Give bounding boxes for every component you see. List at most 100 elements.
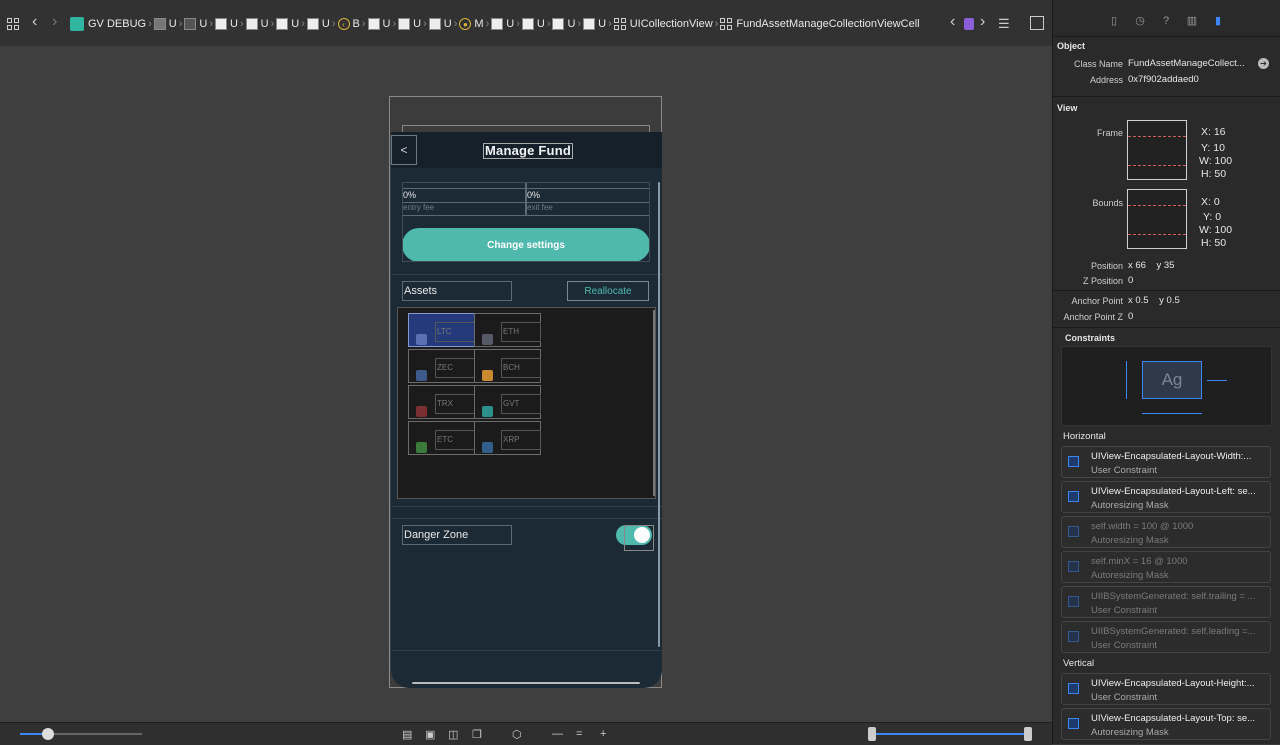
constraints-preview: Ag <box>1061 346 1272 426</box>
inspector-tabs: ▯ ◷ ? ▥ ▮ <box>1053 6 1280 37</box>
constraint-item[interactable]: UIView-Encapsulated-Layout-Top: se... Aut… <box>1061 708 1271 740</box>
frame-w: W: 100 <box>1199 155 1233 167</box>
breadcrumb-item[interactable]: U <box>291 18 299 30</box>
asset-cell[interactable]: GVT <box>474 385 541 419</box>
constraints-header: Constraints <box>1065 333 1116 343</box>
constraint-item[interactable]: UIView-Encapsulated-Layout-Width:... User… <box>1061 446 1271 478</box>
breadcrumb-app[interactable]: GV DEBUG <box>88 18 146 30</box>
editor-options-icon[interactable]: ☰ <box>998 16 1010 32</box>
help-inspector-icon[interactable]: ? <box>1159 14 1173 28</box>
breadcrumb-item[interactable]: U <box>199 18 207 30</box>
xrp-coin-icon <box>482 442 493 453</box>
breadcrumb-item[interactable]: M <box>474 18 483 30</box>
horizontal-header: Horizontal <box>1063 431 1106 442</box>
breadcrumb-collection-view[interactable]: UICollectionView <box>630 18 713 30</box>
asset-cell[interactable]: ETC <box>408 421 475 455</box>
page-scrollbar[interactable] <box>658 182 660 647</box>
layers-icon[interactable]: ❐ <box>472 728 482 741</box>
assets-label: Assets <box>402 281 512 301</box>
frame-label: Frame <box>1096 128 1123 138</box>
navigate-arrow-icon[interactable]: ➔ <box>1258 58 1269 69</box>
reallocate-button[interactable]: Reallocate <box>567 281 649 301</box>
constraint-item[interactable]: UIView-Encapsulated-Layout-Left: se... Au… <box>1061 481 1271 513</box>
constraint-item[interactable]: UIIBSystemGenerated: self.leading =... Us… <box>1061 621 1271 653</box>
inspector-toggle-icon[interactable] <box>1030 16 1044 30</box>
breadcrumb-cell[interactable]: FundAssetManageCollectionViewCell <box>736 18 919 30</box>
constraint-source: Autoresizing Mask <box>1091 535 1169 546</box>
page-title: Manage Fund <box>483 143 573 159</box>
range-slider-max-handle[interactable] <box>1024 727 1032 741</box>
breadcrumb-item[interactable]: U <box>322 18 330 30</box>
constraint-title: UIIBSystemGenerated: self.trailing = ... <box>1091 591 1256 602</box>
zoom-out-icon[interactable]: — <box>552 728 563 740</box>
zoom-in-icon[interactable]: + <box>600 728 606 740</box>
asset-cell[interactable]: XRP <box>474 421 541 455</box>
asset-cell[interactable]: LTC <box>408 313 475 347</box>
toggle-outline <box>624 525 654 551</box>
show-constraints-icon[interactable]: ▣ <box>425 728 435 741</box>
anchor-point-label: Anchor Point <box>1071 296 1123 306</box>
breadcrumb-item[interactable]: U <box>537 18 545 30</box>
assets-collection-view[interactable]: LTC ETH ZEC BCH TRX GVT ETC XRP <box>397 307 656 499</box>
breadcrumb-item[interactable]: B <box>353 18 360 30</box>
view-icon <box>215 18 227 30</box>
identity-inspector-icon[interactable]: ▥ <box>1185 14 1199 28</box>
size-inspector-icon[interactable]: ▮ <box>1211 14 1225 28</box>
range-slider-track[interactable] <box>872 733 1030 735</box>
constraint-source: Autoresizing Mask <box>1091 727 1169 738</box>
back-arrow-icon[interactable]: ‹ <box>32 13 37 31</box>
constraint-title: UIIBSystemGenerated: self.leading =... <box>1091 626 1256 637</box>
view-icon <box>428 18 441 30</box>
constraint-source: User Constraint <box>1091 605 1157 616</box>
button-icon: ‹ <box>337 18 350 30</box>
breadcrumb-item[interactable]: U <box>506 18 514 30</box>
breadcrumb-item[interactable]: U <box>567 18 575 30</box>
forward-arrow-icon[interactable]: › <box>52 13 57 31</box>
breadcrumb-item[interactable]: U <box>383 18 391 30</box>
asset-cell[interactable]: BCH <box>474 349 541 383</box>
bounds-w: W: 100 <box>1199 224 1233 236</box>
back-button[interactable]: < <box>391 135 417 165</box>
breadcrumb-item[interactable]: U <box>413 18 421 30</box>
view-icon <box>245 18 258 30</box>
constraint-icon <box>1068 683 1079 694</box>
range-slider-min-handle[interactable] <box>868 727 876 741</box>
constraint-source: Autoresizing Mask <box>1091 500 1169 511</box>
issue-forward-icon[interactable]: › <box>980 13 985 31</box>
asset-cell[interactable]: TRX <box>408 385 475 419</box>
constraint-item[interactable]: UIIBSystemGenerated: self.trailing = ...… <box>1061 586 1271 618</box>
asset-cell[interactable]: ZEC <box>408 349 475 383</box>
breadcrumb-item[interactable]: U <box>169 18 177 30</box>
constraint-item[interactable]: self.minX = 16 @ 1000 Autoresizing Mask <box>1061 551 1271 583</box>
breadcrumb-item[interactable]: U <box>598 18 606 30</box>
clip-content-icon[interactable]: ▤ <box>402 728 412 741</box>
related-items-icon[interactable] <box>7 16 23 32</box>
issue-badge-icon[interactable] <box>964 18 974 30</box>
asset-name: TRX <box>435 394 475 414</box>
home-indicator <box>412 682 640 684</box>
asset-name: ETC <box>435 430 475 450</box>
spacing-slider-knob[interactable] <box>42 728 54 740</box>
frame-x: X: 16 <box>1201 126 1226 138</box>
breadcrumb-item[interactable]: U <box>444 18 452 30</box>
trx-coin-icon <box>416 406 427 417</box>
constraint-item[interactable]: UIView-Encapsulated-Layout-Height:... Use… <box>1061 673 1271 705</box>
assets-scrollbar[interactable] <box>653 310 655 496</box>
back-icon: < <box>400 143 408 157</box>
asset-name: ZEC <box>435 358 475 378</box>
asset-cell[interactable]: ETH <box>474 313 541 347</box>
wireframe-icon[interactable]: ◫ <box>448 728 458 741</box>
zoom-reset-icon[interactable]: = <box>576 728 582 740</box>
constraint-item[interactable]: self.width = 100 @ 1000 Autoresizing Mask <box>1061 516 1271 548</box>
eth-coin-icon <box>482 334 493 345</box>
orient-3d-icon[interactable]: ⬡ <box>512 728 522 741</box>
debug-jump-bar: ‹ › GV DEBUG › U › U › U › U › U › U › ‹ B › U › … <box>0 0 1052 47</box>
breadcrumb-item[interactable]: U <box>230 18 238 30</box>
breadcrumb-item[interactable]: U <box>261 18 269 30</box>
issue-back-icon[interactable]: ‹ <box>950 13 955 31</box>
cell-icon <box>720 18 733 30</box>
view-icon <box>398 18 411 30</box>
file-inspector-icon[interactable]: ▯ <box>1107 14 1121 28</box>
history-inspector-icon[interactable]: ◷ <box>1133 14 1147 28</box>
asset-name: ETH <box>501 322 541 342</box>
